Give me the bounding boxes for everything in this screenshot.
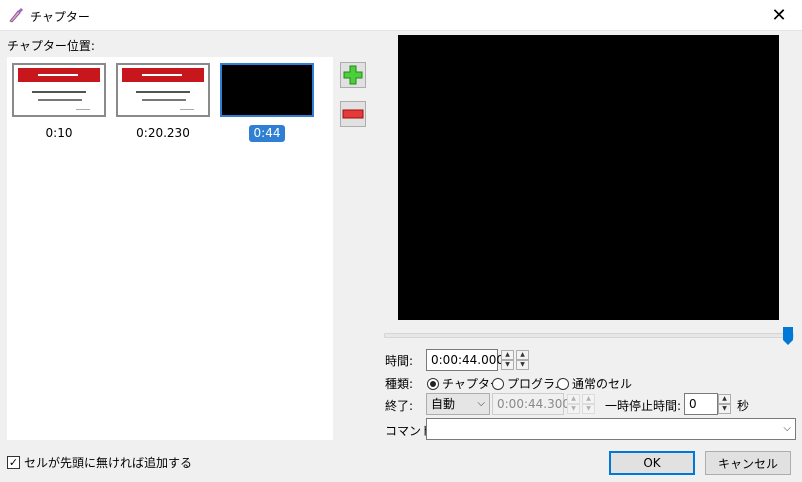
chevron-down-icon: ⌵ <box>477 398 485 409</box>
end-label: 終了: <box>385 399 414 413</box>
chevron-down-icon: ⌵ <box>783 423 791 434</box>
chapter-thumbnail[interactable] <box>12 63 106 117</box>
end-time-up-arrow-2: ▲ <box>582 394 595 404</box>
pause-up-arrow[interactable]: ▲ <box>718 394 731 404</box>
time-up-arrow-2[interactable]: ▲ <box>516 350 529 360</box>
chapter-list[interactable]: 0:10 0:20.230 0:44 <box>7 57 333 440</box>
seek-slider-thumb[interactable] <box>782 326 794 346</box>
time-label: 時間: <box>385 354 414 368</box>
end-mode-select[interactable]: 自動 ⌵ <box>426 393 490 415</box>
window-title: チャプター <box>30 10 90 24</box>
chapter-time-label: 0:20.230 <box>136 126 190 140</box>
chapter-time-label-selected: 0:44 <box>220 125 314 142</box>
time-down-arrow[interactable]: ▼ <box>501 360 514 370</box>
remove-chapter-button[interactable] <box>340 101 366 127</box>
add-cell-checkbox[interactable]: ✓ セルが先頭に無ければ追加する <box>7 454 192 471</box>
title-bar: チャプター ✕ <box>0 0 802 31</box>
end-time-down-arrow: ▼ <box>567 404 580 414</box>
time-down-arrow-2[interactable]: ▼ <box>516 360 529 370</box>
radio-chapter[interactable]: チャプター <box>427 375 502 392</box>
chapter-thumbnail[interactable] <box>116 63 210 117</box>
chapter-time-label: 0:10 <box>45 126 73 140</box>
app-icon <box>9 8 23 23</box>
add-chapter-button[interactable] <box>340 62 366 88</box>
end-time-up-arrow: ▲ <box>567 394 580 404</box>
time-up-arrow[interactable]: ▲ <box>501 350 514 360</box>
close-button[interactable]: ✕ <box>756 0 802 30</box>
end-time-down-arrow-2: ▼ <box>582 404 595 414</box>
close-icon: ✕ <box>771 4 787 26</box>
radio-program[interactable]: プログラム <box>492 375 567 392</box>
chapter-thumbnail-selected[interactable] <box>220 63 314 117</box>
command-select[interactable]: ⌵ <box>426 418 796 440</box>
chapter-position-label: チャプター位置: <box>7 39 95 53</box>
radio-circle-icon <box>557 377 569 390</box>
video-preview <box>398 35 779 320</box>
pause-down-arrow[interactable]: ▼ <box>718 404 731 414</box>
cancel-button[interactable]: キャンセル <box>705 451 791 475</box>
ok-button[interactable]: OK <box>609 451 695 475</box>
checkmark-icon: ✓ <box>7 456 20 469</box>
type-label: 種類: <box>385 377 414 391</box>
time-input[interactable]: 0:00:44.000 <box>426 349 504 371</box>
radio-normal-cell[interactable]: 通常のセル <box>557 375 632 392</box>
radio-circle-icon <box>492 377 504 390</box>
plus-icon <box>343 65 363 85</box>
pause-unit-label: 秒 <box>737 399 750 413</box>
seek-slider-track[interactable] <box>384 333 794 338</box>
pause-label: 一時停止時間: <box>605 399 682 413</box>
end-time-input: 0:00:44.300 <box>492 393 570 415</box>
radio-dot-icon <box>427 377 439 390</box>
pause-input[interactable]: 0 <box>684 393 718 415</box>
minus-icon <box>342 109 364 119</box>
